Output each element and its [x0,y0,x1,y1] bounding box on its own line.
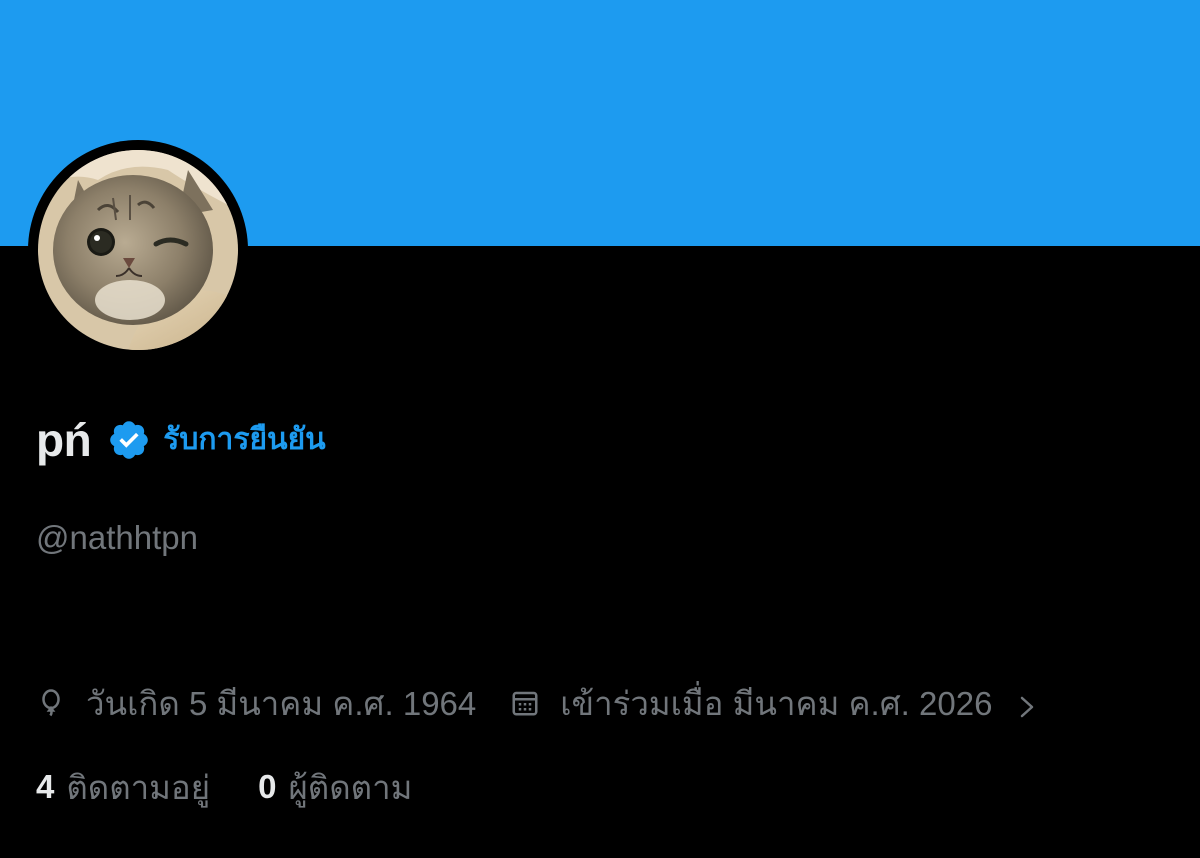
display-name: pń [36,414,92,466]
get-verified-link[interactable]: รับการยืนยัน [163,410,325,470]
profile-meta-row: วันเกิด 5 มีนาคม ค.ศ. 1964 เข้าร่วมเมื่อ… [36,680,1038,726]
join-date-text: เข้าร่วมเมื่อ มีนาคม ค.ศ. 2026 [560,684,993,722]
following-link[interactable]: 4 ติดตามอยู่ [36,761,210,814]
birthday-info: วันเกิด 5 มีนาคม ค.ศ. 1964 [36,677,476,730]
verified-badge-icon[interactable] [107,418,151,462]
profile-handle: @nathhtpn [36,519,198,556]
profile-name-row: pń รับการยืนยัน [36,410,326,470]
followers-link[interactable]: 0 ผู้ติดตาม [258,761,412,814]
cat-avatar-image [38,150,238,350]
birthday-text: วันเกิด 5 มีนาคม ค.ศ. 1964 [86,684,477,722]
follow-stats-row: 4 ติดตามอยู่ 0 ผู้ติดตาม [36,764,412,810]
followers-label: ผู้ติดตาม [288,768,413,806]
chevron-right-icon[interactable] [1016,690,1038,718]
join-date-info[interactable]: เข้าร่วมเมื่อ มีนาคม ค.ศ. 2026 [510,677,992,730]
calendar-icon [510,688,540,718]
balloon-icon [36,688,66,718]
avatar-container[interactable] [28,140,248,360]
avatar[interactable] [38,150,238,350]
followers-count: 0 [258,768,277,805]
following-count: 4 [36,768,55,805]
following-label: ติดตามอยู่ [66,768,211,806]
